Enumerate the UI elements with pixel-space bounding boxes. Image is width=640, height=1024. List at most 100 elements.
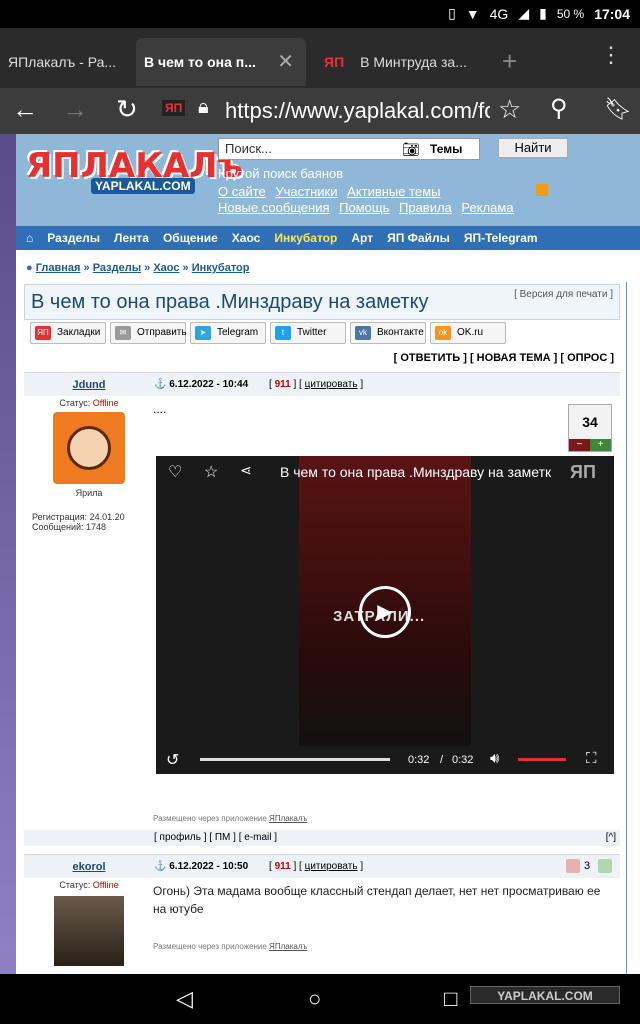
menu-item[interactable]: Хаос — [232, 231, 261, 245]
back-icon[interactable]: ← — [12, 94, 38, 125]
page-title: В чем то она права .Минздраву на заметку — [31, 291, 429, 313]
post-author[interactable]: ekorol — [24, 861, 154, 873]
link-rules[interactable]: Правила — [399, 200, 452, 215]
post-text: Огонь) Эта мадама вообще классный стенда… — [153, 884, 601, 916]
menu-item[interactable]: ЯП-Telegram — [464, 231, 538, 245]
star-icon[interactable]: ☆ — [204, 462, 218, 482]
print-link[interactable]: [ Версия для печати ] — [514, 289, 613, 300]
battery-label: 50 % — [556, 6, 585, 21]
crumb[interactable]: Главная — [36, 262, 81, 274]
header-links-row1: О сайте Участники Активные темы — [218, 184, 446, 199]
camera-icon[interactable]: 📷︎ — [402, 141, 420, 158]
nav-recents-icon[interactable]: □ — [444, 986, 457, 1012]
fullscreen-icon[interactable]: ⛶ — [586, 750, 597, 767]
tab-2-active[interactable]: В чем то она п... ✕ — [136, 38, 306, 86]
link-new[interactable]: Новые сообщения — [218, 200, 330, 215]
link-users[interactable]: Участники — [275, 184, 337, 199]
video-player[interactable]: ЗАТРАЛИ... ▶ ♡ ☆ ⋖ В чем то она права .М… — [156, 456, 614, 774]
video-progress[interactable] — [200, 758, 390, 761]
post-num[interactable]: 911 — [275, 379, 291, 390]
menu-dots-icon[interactable]: ⋮ — [600, 42, 622, 68]
avatar[interactable] — [53, 412, 125, 484]
user-rank: Ярила — [75, 488, 103, 498]
menu-item[interactable]: Разделы — [47, 231, 100, 245]
forward-icon[interactable]: → — [62, 94, 88, 125]
share-ok[interactable]: ok OK.ru — [430, 322, 506, 344]
rss-icon[interactable] — [536, 184, 548, 196]
bookmark-star-icon[interactable]: ☆ — [498, 94, 521, 125]
link-about[interactable]: О сайте — [218, 184, 266, 199]
tab-bar: ЯПлакалъ - Ра... В чем то она п... ✕ ЯП В … — [0, 28, 640, 88]
cite-link[interactable]: цитировать — [305, 861, 358, 872]
address-bar: ← → ↻ ЯП 🔒︎ https://www.yaplakal.com/for… — [0, 88, 640, 134]
user-info: Статус: Offline Ярила Регистрация: 24.01… — [24, 398, 154, 532]
close-tab-icon[interactable]: ✕ — [277, 38, 294, 86]
tab-1[interactable]: ЯПлакалъ - Ра... — [0, 38, 132, 86]
rating-minus-button[interactable]: − — [569, 439, 590, 451]
via-label: Размещено через приложение — [153, 942, 267, 951]
post-num[interactable]: 911 — [275, 861, 291, 872]
dislike-icon[interactable] — [566, 859, 580, 873]
share-vk[interactable]: vk Вконтакте — [350, 322, 426, 344]
volume-icon[interactable]: 🔊︎ — [490, 750, 499, 767]
share-email[interactable]: ✉ Отправить — [110, 322, 187, 344]
yap-favicon-icon: ЯП — [324, 54, 345, 70]
menu-item[interactable]: Арт — [351, 231, 373, 245]
telegram-icon: ➤ — [195, 326, 211, 340]
share-twitter[interactable]: t Twitter — [270, 322, 346, 344]
replay-icon[interactable]: ↺ — [166, 750, 179, 770]
menu-item-incubator[interactable]: Инкубатор — [274, 231, 337, 245]
nav-back-icon[interactable]: ◁ — [176, 986, 193, 1012]
status-value: Offline — [92, 398, 119, 408]
battery-icon: ▮ — [539, 5, 547, 21]
nav-home-icon[interactable]: ○ — [308, 986, 321, 1012]
network-label: 4G — [489, 5, 509, 22]
share-telegram[interactable]: ➤ Telegram — [190, 322, 266, 344]
user-status: Статус: Offline — [24, 880, 154, 890]
link-help[interactable]: Помощь — [339, 200, 389, 215]
link-ads[interactable]: Реклама — [461, 200, 513, 215]
post-date: ⚓ 6.12.2022 - 10:44 — [154, 379, 248, 390]
reload-icon[interactable]: ↻ — [116, 94, 138, 125]
menu-item[interactable]: Лента — [114, 231, 149, 245]
yap-icon: ЯП — [35, 326, 51, 340]
url-field[interactable]: https://www.yaplakal.com/foru — [225, 98, 490, 124]
search-button[interactable]: Найти — [498, 138, 568, 158]
new-tab-icon[interactable]: + — [502, 46, 517, 77]
wifi-icon: ▼ — [465, 5, 480, 22]
like-icon[interactable] — [598, 859, 612, 873]
share-bookmarks[interactable]: ЯП Закладки — [30, 322, 106, 344]
avatar[interactable] — [54, 896, 124, 966]
rating-plus-button[interactable]: + — [590, 439, 611, 451]
search-icon[interactable]: ⚲ — [550, 94, 568, 123]
scroll-top-icon[interactable]: [^] — [606, 830, 616, 846]
main-menu: ⌂ Разделы Лента Общение Хаос Инкубатор А… — [16, 226, 640, 250]
anchor-icon[interactable]: ⚓ — [154, 861, 166, 872]
bookmarks-icon[interactable]: 🔖︎ — [604, 96, 632, 122]
status-label: Статус: — [59, 398, 91, 408]
search-scope-select[interactable]: Темы — [430, 142, 462, 156]
crumb[interactable]: Разделы — [93, 262, 141, 274]
heart-icon[interactable]: ♡ — [168, 462, 182, 482]
link-active[interactable]: Активные темы — [347, 184, 440, 199]
menu-item[interactable]: Общение — [163, 231, 218, 245]
home-icon[interactable]: ⌂ — [26, 231, 33, 245]
crumb[interactable]: Хаос — [153, 262, 179, 274]
posted-via: Размещено через приложение ЯПлакалъ — [153, 942, 307, 951]
volume-slider[interactable] — [518, 758, 566, 761]
via-app-link[interactable]: ЯПлакалъ — [269, 814, 307, 823]
cite-link[interactable]: цитировать — [305, 379, 358, 390]
post-rating: 34 − + — [568, 404, 612, 452]
profile-links[interactable]: [ профиль ] [ ПМ ] [ e-mail ] — [154, 832, 277, 843]
tab-3[interactable]: ЯП В Минтруда за... — [324, 38, 494, 86]
post-author[interactable]: Jdund — [24, 379, 154, 391]
share-label: Twitter — [297, 327, 327, 338]
share-icon[interactable]: ⋖ — [240, 462, 252, 479]
crumb[interactable]: Инкубатор — [192, 262, 250, 274]
site-logo-sub: YAPLAKAL.COM — [91, 178, 195, 194]
anchor-icon[interactable]: ⚓ — [154, 379, 166, 390]
topic-actions[interactable]: [ ОТВЕТИТЬ ] [ НОВАЯ ТЕМА ] [ ОПРОС ] — [394, 352, 614, 364]
via-app-link[interactable]: ЯПлакалъ — [269, 942, 307, 951]
play-button[interactable]: ▶ — [359, 586, 411, 638]
menu-item[interactable]: ЯП Файлы — [387, 231, 450, 245]
